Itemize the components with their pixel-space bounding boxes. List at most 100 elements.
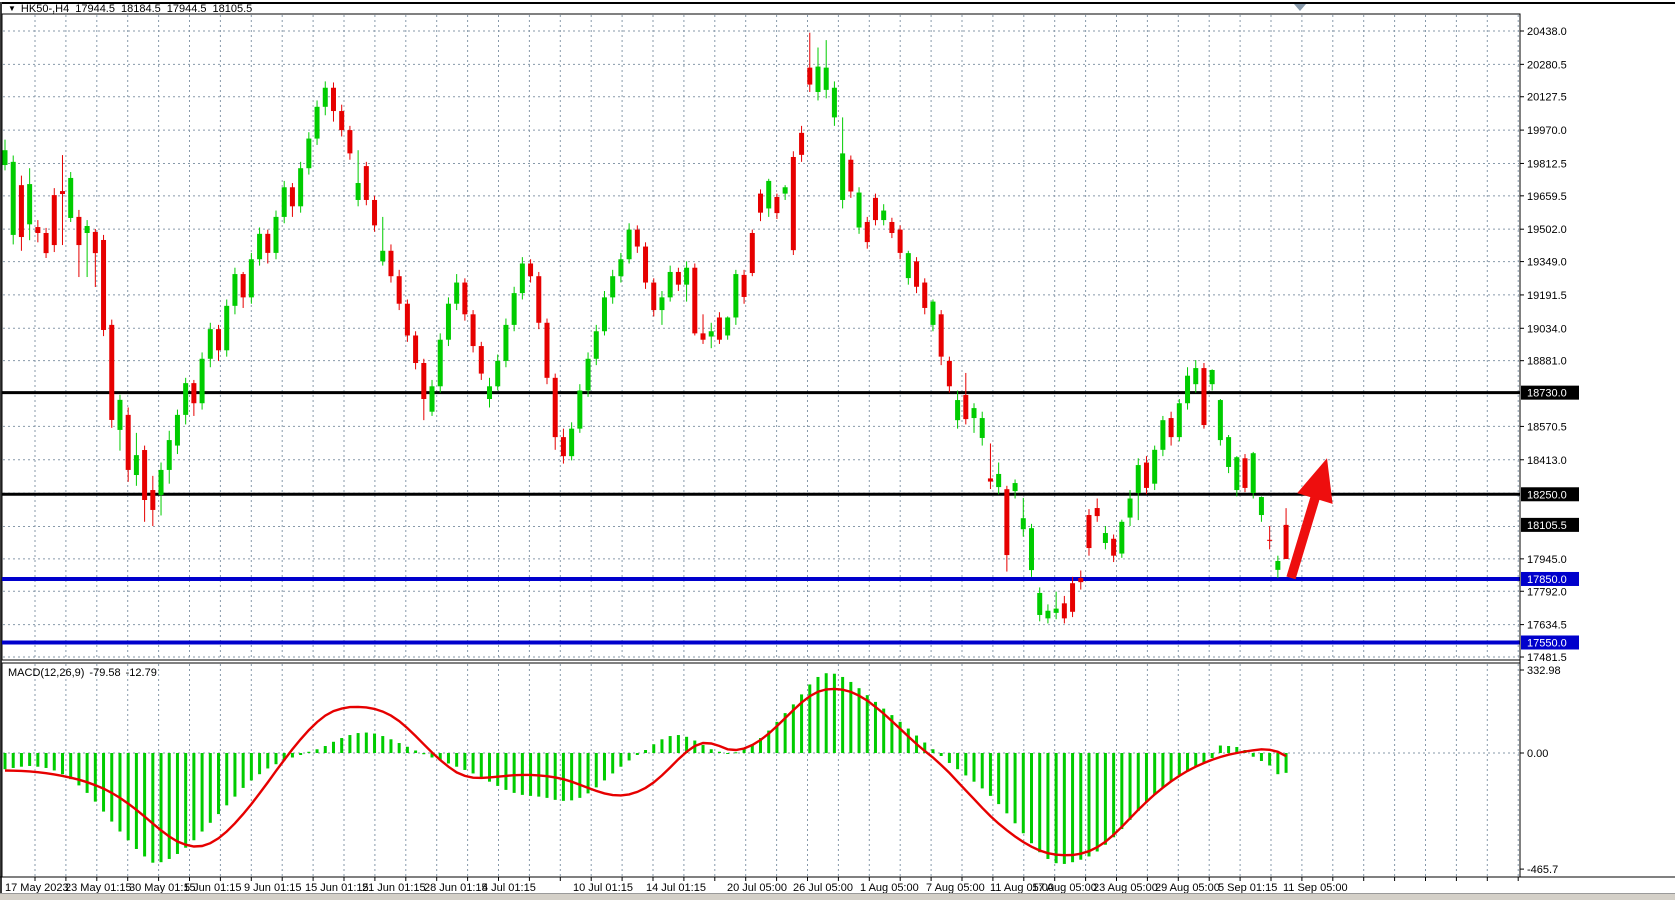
candle-body <box>1013 483 1018 491</box>
candle-body <box>922 283 927 308</box>
candle-body <box>553 378 558 437</box>
candle-body <box>1243 458 1248 488</box>
macd-axis-label: -465.7 <box>1527 864 1558 876</box>
candle-body <box>1103 533 1108 543</box>
macd-bar <box>726 753 729 754</box>
candle <box>364 162 369 205</box>
macd-bar <box>816 677 819 753</box>
candle-body <box>1037 593 1042 615</box>
candle-body <box>76 217 81 245</box>
macd-bar <box>365 733 368 753</box>
macd-bar <box>422 753 425 754</box>
price-tick-label: 20438.0 <box>1527 26 1567 38</box>
candle-body <box>1251 453 1256 493</box>
macd-bar <box>12 753 15 768</box>
candle <box>1177 399 1182 441</box>
candle-body <box>815 67 820 92</box>
candle-body <box>651 283 656 311</box>
macd-bar <box>414 751 417 753</box>
candle-body <box>282 187 287 217</box>
macd-bar <box>266 753 269 768</box>
candle-body <box>331 88 336 111</box>
macd-bar <box>324 746 327 753</box>
macd-bar <box>151 753 154 863</box>
candle <box>1243 454 1248 492</box>
candle-body <box>1086 515 1091 548</box>
candle <box>750 230 755 277</box>
candle-body <box>1128 499 1133 518</box>
macd-bar <box>274 753 277 764</box>
candle-body <box>676 272 681 285</box>
macd-bar <box>1071 753 1074 862</box>
macd-bar <box>110 753 113 822</box>
macd-bar <box>53 753 56 770</box>
candle-body <box>799 133 804 155</box>
macd-bar <box>644 750 647 753</box>
candle-body <box>561 437 566 456</box>
candle-body <box>364 166 369 200</box>
macd-bar <box>381 736 384 753</box>
candle <box>306 132 311 174</box>
macd-bar <box>28 753 31 766</box>
macd-bar <box>86 753 89 793</box>
macd-value: -79.58 <box>89 667 120 679</box>
candle-body <box>224 306 229 350</box>
candle <box>200 352 205 409</box>
price-tick-label: 20280.5 <box>1527 59 1567 71</box>
macd-bar <box>1112 753 1115 837</box>
time-axis[interactable]: 17 May 202323 May 01:1530 May 01:155 Jun… <box>0 877 1675 894</box>
candle-body <box>462 283 467 315</box>
candle-body <box>701 333 706 339</box>
candle-body <box>807 68 812 85</box>
candle <box>577 384 582 433</box>
price-tick-label: 19812.5 <box>1527 158 1567 170</box>
candle-body <box>1095 508 1100 516</box>
candle-body <box>60 191 65 194</box>
price-tick-label: 18881.0 <box>1527 356 1567 368</box>
candle-body <box>27 184 32 224</box>
macd-bar <box>45 753 48 768</box>
candle-body <box>405 304 410 336</box>
macd-axis-label: 332.98 <box>1527 665 1561 677</box>
candle-body <box>1029 528 1034 570</box>
candle-body <box>627 230 632 260</box>
price-axis[interactable]: 20438.020280.520127.519970.019812.519659… <box>1520 14 1579 877</box>
price-badge-label: 18730.0 <box>1527 388 1567 400</box>
macd-bar <box>907 729 910 753</box>
candle <box>857 187 862 234</box>
candle-body <box>1169 418 1174 437</box>
candle-body <box>1111 539 1116 556</box>
macd-bar <box>201 753 204 832</box>
macd-bar <box>496 753 499 786</box>
candle-body <box>159 470 164 495</box>
macd-bar <box>1087 753 1090 856</box>
macd-bar <box>710 749 713 753</box>
macd-bar <box>1005 753 1008 813</box>
macd-bar <box>652 744 655 753</box>
macd-bar <box>127 753 130 840</box>
macd-bar <box>357 733 360 753</box>
macd-bar <box>332 742 335 753</box>
macd-bar <box>1014 753 1017 823</box>
candle <box>282 181 287 223</box>
candle-body <box>1062 603 1067 618</box>
macd-bar <box>316 749 319 753</box>
candle-body <box>939 314 944 356</box>
candle-body <box>536 276 541 323</box>
candle-body <box>150 490 155 510</box>
macd-bar <box>1170 753 1173 781</box>
chart-shift-marker-icon[interactable] <box>1294 4 1306 11</box>
candle-body <box>881 211 886 221</box>
price-tick-label: 19970.0 <box>1527 125 1567 137</box>
candle-body <box>750 233 755 273</box>
candle-body <box>315 107 320 139</box>
macd-bar <box>1096 753 1099 851</box>
macd-bar <box>463 753 466 770</box>
candle <box>643 242 648 289</box>
candle-body <box>1275 561 1280 570</box>
candle-body <box>544 323 549 378</box>
candlestick-chart[interactable]: 20438.020280.520127.519970.019812.519659… <box>0 0 1675 900</box>
candle-body <box>865 222 870 242</box>
macd-panel[interactable] <box>2 663 1520 877</box>
candle-body <box>85 226 90 233</box>
